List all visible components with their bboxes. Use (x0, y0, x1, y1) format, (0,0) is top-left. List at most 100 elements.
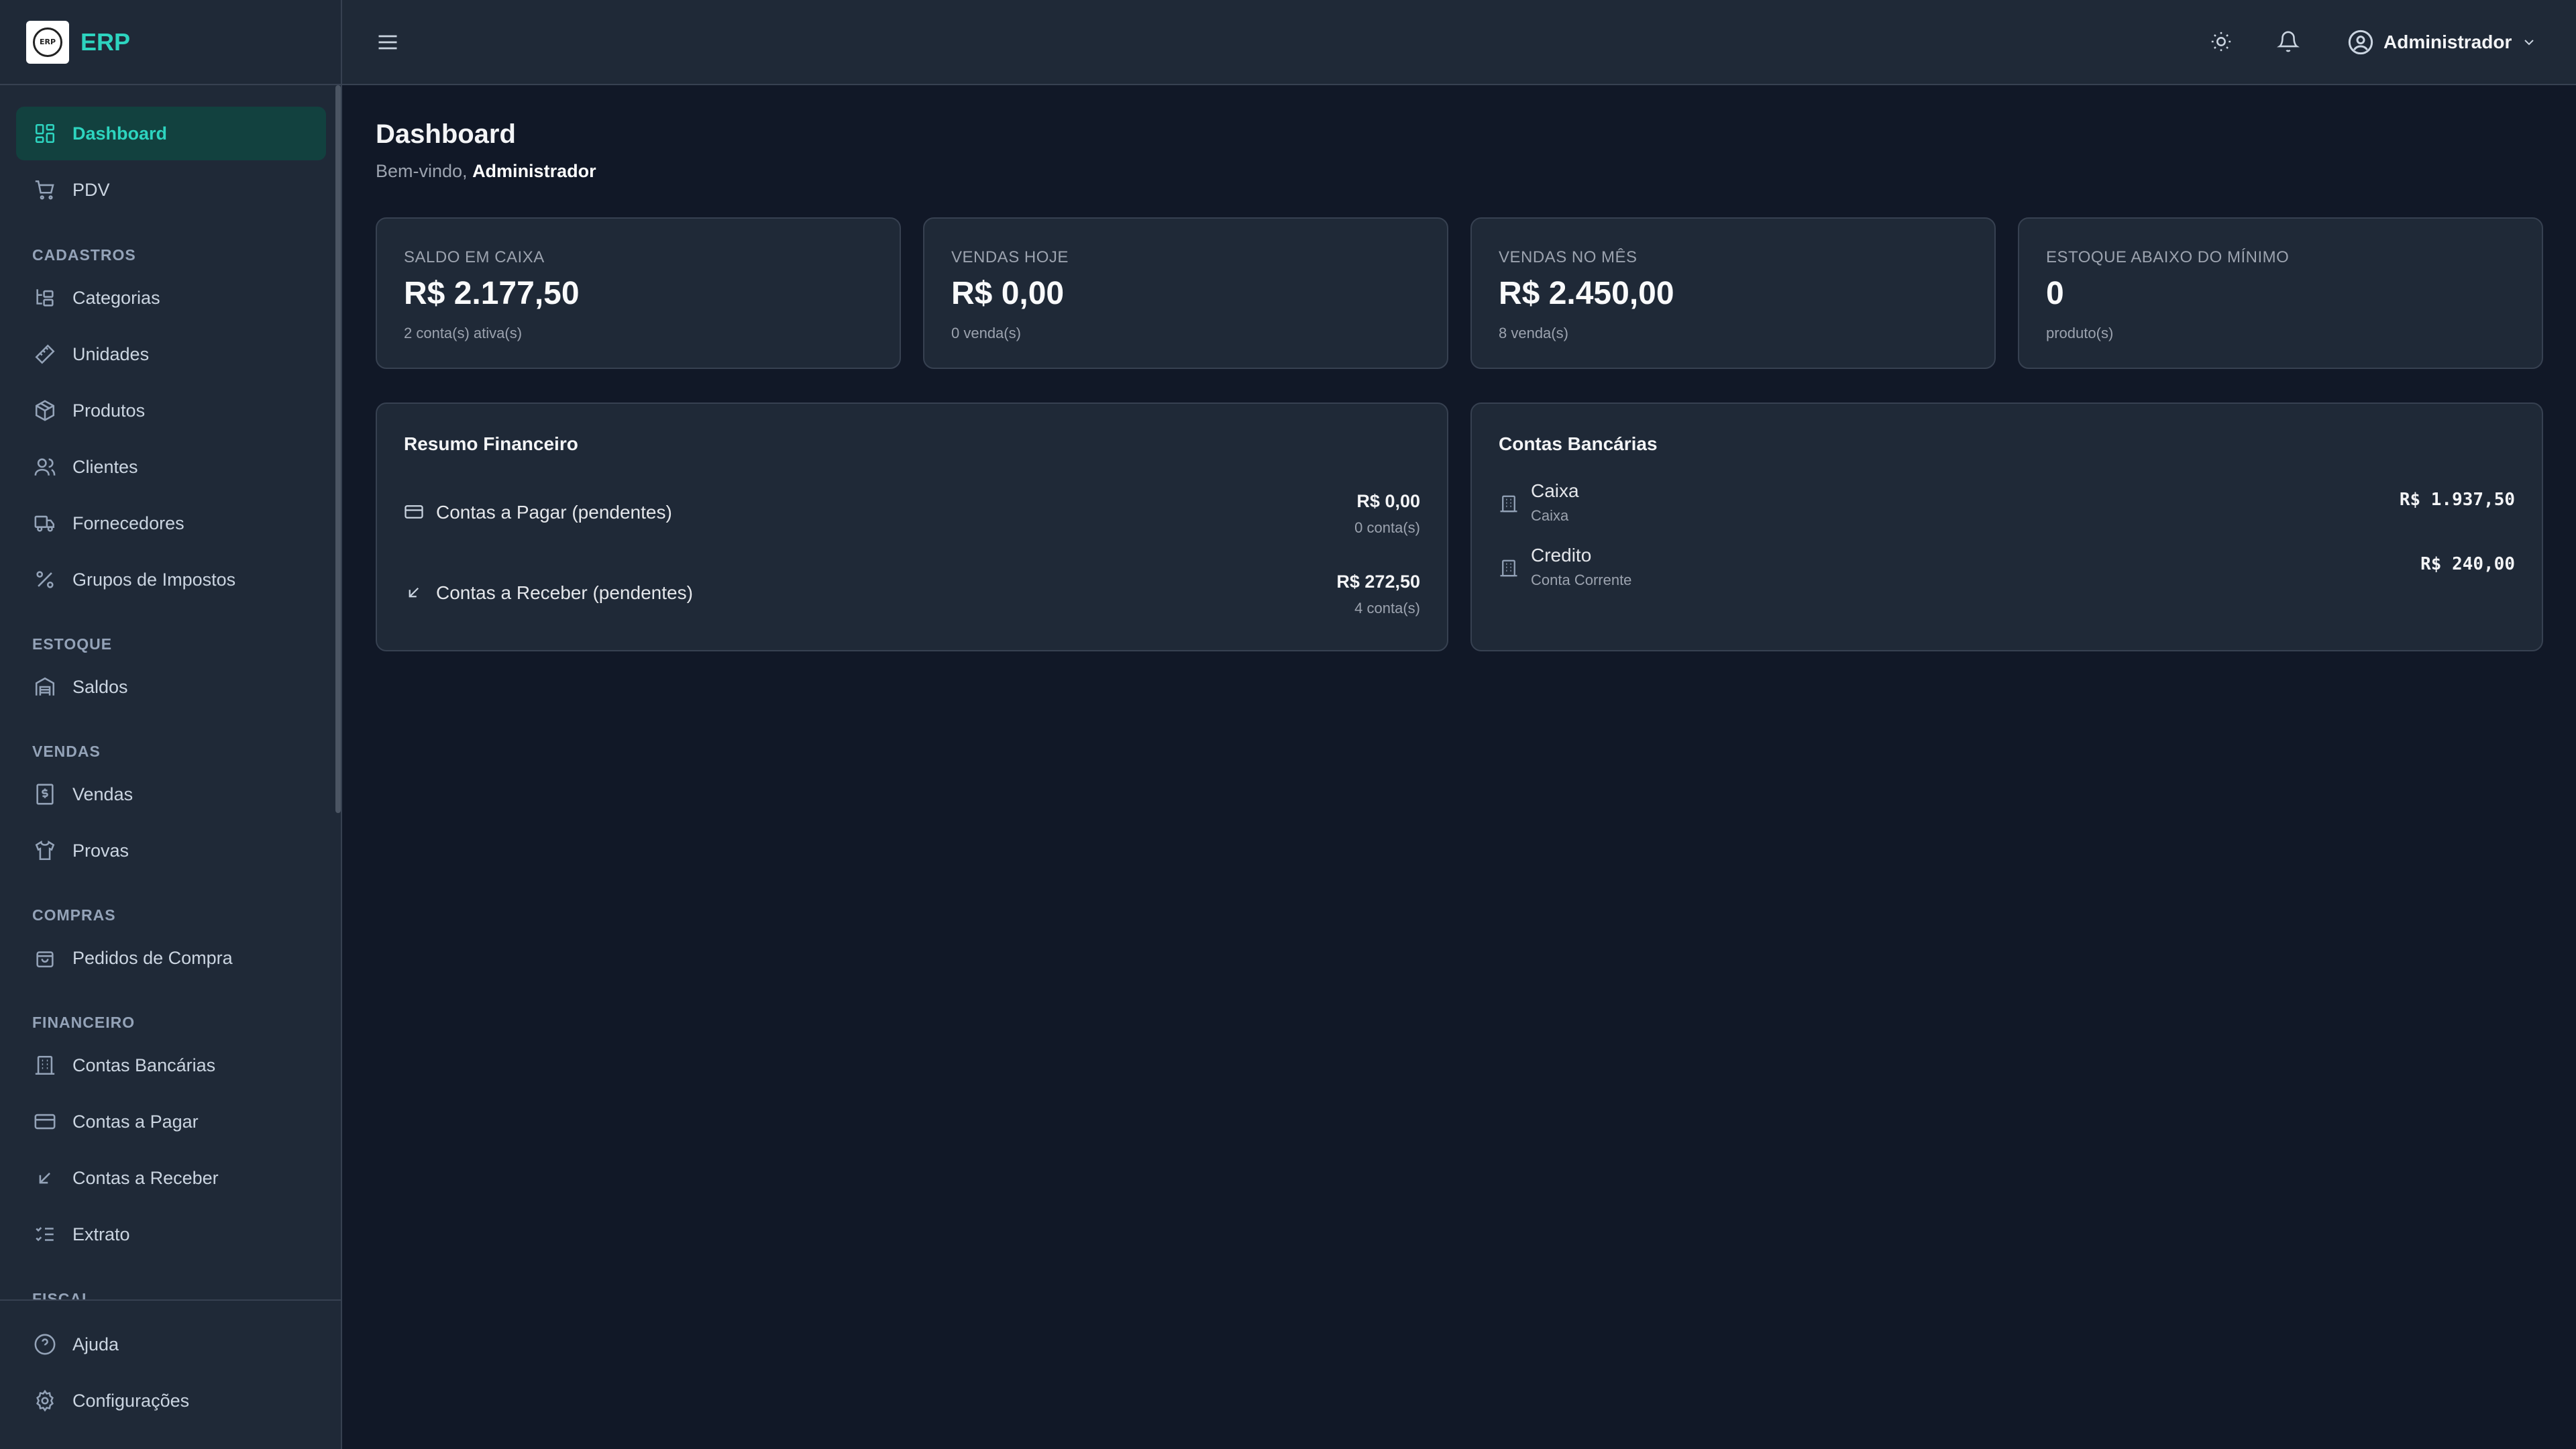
user-circle-icon (2348, 30, 2373, 55)
panel-title: Contas Bancárias (1499, 433, 1658, 454)
list-checks-icon (36, 1227, 54, 1242)
sidebar-item-produtos[interactable]: Produtos (16, 384, 326, 437)
sidebar-item-saldos[interactable]: Saldos (16, 660, 326, 714)
sidebar-item-dashboard[interactable]: Dashboard (16, 107, 326, 160)
cart-icon (35, 180, 54, 200)
top-header (342, 0, 2576, 85)
bank-account-name: Caixa (1531, 480, 1579, 501)
sidebar-item-label: Ajuda (72, 1334, 119, 1354)
users-icon (34, 458, 56, 476)
brand-name: ERP (80, 28, 131, 56)
sidebar-item-label: Produtos (72, 400, 146, 421)
help-circle-icon (34, 1334, 56, 1355)
stat-card-vendas-hoje: VENDAS HOJE R$ 0,00 0 venda(s) (923, 217, 1448, 369)
stat-value: R$ 0,00 (951, 276, 1065, 311)
sidebar-item-contas-a-pagar[interactable]: Contas a Pagar (16, 1095, 326, 1148)
sidebar-item-label: Pedidos de Compra (72, 947, 233, 968)
bank-account-type: Conta Corrente (1531, 572, 1632, 588)
section-fiscal: FISCAL (32, 1290, 93, 1299)
stat-value: R$ 2.450,00 (1499, 276, 1674, 311)
financial-row-label: Contas a Receber (pendentes) (436, 582, 693, 603)
settings-icon (36, 1389, 54, 1412)
sidebar-item-label: Configurações (72, 1390, 190, 1411)
bank-account-balance: R$ 240,00 (2420, 554, 2515, 574)
credit-card-icon (405, 505, 423, 519)
welcome-message: Bem-vindo, Administrador (376, 161, 596, 182)
stat-label: SALDO EM CAIXA (404, 248, 545, 266)
sidebar-footer: Ajuda Configurações (0, 1299, 341, 1449)
brand-logo: ERP (26, 20, 69, 64)
sidebar-item-vendas[interactable]: Vendas (16, 767, 326, 821)
panel-title: Resumo Financeiro (404, 433, 578, 454)
sidebar-item-label: Fornecedores (72, 513, 184, 533)
arrow-down-left-icon (409, 587, 419, 598)
sidebar-item-label: Grupos de Impostos (72, 569, 236, 590)
stat-sub: 2 conta(s) ativa(s) (404, 325, 523, 341)
welcome-prefix: Bem-vindo, (376, 161, 473, 181)
section-estoque: ESTOQUE (32, 635, 113, 653)
sidebar-item-label: Vendas (72, 784, 133, 804)
sidebar-item-label: Provas (72, 840, 129, 861)
sidebar-item-pedidos-de-compra[interactable]: Pedidos de Compra (16, 931, 326, 985)
stat-sub: 0 venda(s) (951, 325, 1021, 341)
bank-icon (1500, 559, 1517, 577)
sidebar-item-pdv[interactable]: PDV (16, 163, 326, 217)
truck-icon (34, 515, 55, 532)
welcome-user: Administrador (472, 161, 596, 181)
credit-card-icon (34, 1114, 56, 1130)
sidebar-item-label: Categorias (72, 287, 160, 308)
sidebar-item-contas-a-receber[interactable]: Contas a Receber (16, 1151, 326, 1205)
sidebar-item-label: PDV (72, 179, 110, 200)
sidebar-item-label: Contas a Pagar (72, 1111, 199, 1132)
financial-row-contas-a-receber[interactable]: Contas a Receber (pendentes) R$ 272,50 4… (404, 569, 1420, 619)
section-financeiro: FINANCEIRO (32, 1014, 136, 1031)
folder-tree-icon (36, 289, 54, 307)
chevron-down-icon (2524, 40, 2534, 46)
sidebar-scrollbar[interactable] (335, 85, 341, 813)
sidebar-nav: Dashboard PDV CADASTROS Categorias Unida… (0, 85, 341, 1299)
shirt-icon (35, 840, 55, 861)
brand-logo-text: ERP (33, 27, 62, 57)
sidebar-item-label: Extrato (72, 1224, 130, 1244)
section-vendas: VENDAS (32, 743, 101, 760)
brand[interactable]: ERP ERP (0, 0, 341, 85)
bank-account-type: Caixa (1531, 507, 1569, 524)
sidebar-item-contas-bancarias[interactable]: Contas Bancárias (16, 1038, 326, 1092)
stat-card-estoque-abaixo-do-minimo: ESTOQUE ABAIXO DO MÍNIMO 0 produto(s) (2018, 217, 2543, 369)
sidebar-item-ajuda[interactable]: Ajuda (16, 1318, 326, 1371)
bank-account-balance: R$ 1.937,50 (2399, 490, 2515, 510)
receipt-icon (36, 784, 54, 805)
menu-icon[interactable] (376, 30, 400, 54)
sidebar-item-label: Saldos (72, 676, 128, 697)
section-compras: COMPRAS (32, 906, 116, 924)
sidebar: ERP ERP Dashboard PDV CADASTROS Categori… (0, 0, 342, 1449)
sidebar-item-configuracoes[interactable]: Configurações (16, 1374, 326, 1428)
stat-value: 0 (2046, 276, 2064, 311)
bell-icon[interactable] (2277, 30, 2300, 53)
sidebar-item-unidades[interactable]: Unidades (16, 327, 326, 381)
sidebar-item-label: Clientes (72, 456, 138, 477)
sidebar-item-label: Dashboard (72, 123, 168, 144)
financial-row-contas-a-pagar[interactable]: Contas a Pagar (pendentes) R$ 0,00 0 con… (404, 488, 1420, 538)
package-icon (35, 400, 55, 421)
sidebar-item-categorias[interactable]: Categorias (16, 271, 326, 325)
financial-row-amount: R$ 0,00 (1356, 491, 1420, 511)
sun-icon[interactable] (2210, 30, 2233, 53)
sidebar-item-provas[interactable]: Provas (16, 824, 326, 877)
sidebar-item-extrato[interactable]: Extrato (16, 1208, 326, 1261)
sidebar-item-clientes[interactable]: Clientes (16, 440, 326, 494)
stat-label: VENDAS NO MÊS (1499, 248, 1638, 266)
stat-label: VENDAS HOJE (951, 248, 1069, 266)
sidebar-item-label: Contas Bancárias (72, 1055, 216, 1075)
financial-row-count: 0 conta(s) (1354, 519, 1420, 536)
financial-row-label: Contas a Pagar (pendentes) (436, 502, 672, 523)
bank-account-row[interactable]: Caixa Caixa R$ 1.937,50 (1499, 480, 2515, 531)
user-menu[interactable]: Administrador (2347, 27, 2537, 58)
bank-account-row[interactable]: Credito Conta Corrente R$ 240,00 (1499, 545, 2515, 596)
user-name: Administrador (2383, 32, 2512, 52)
sidebar-item-grupos-de-impostos[interactable]: Grupos de Impostos (16, 553, 326, 606)
financial-summary-panel: Resumo Financeiro Contas a Pagar (penden… (376, 402, 1448, 651)
sidebar-item-fornecedores[interactable]: Fornecedores (16, 496, 326, 550)
bank-account-name: Credito (1531, 545, 1592, 566)
financial-row-amount: R$ 272,50 (1336, 572, 1420, 592)
